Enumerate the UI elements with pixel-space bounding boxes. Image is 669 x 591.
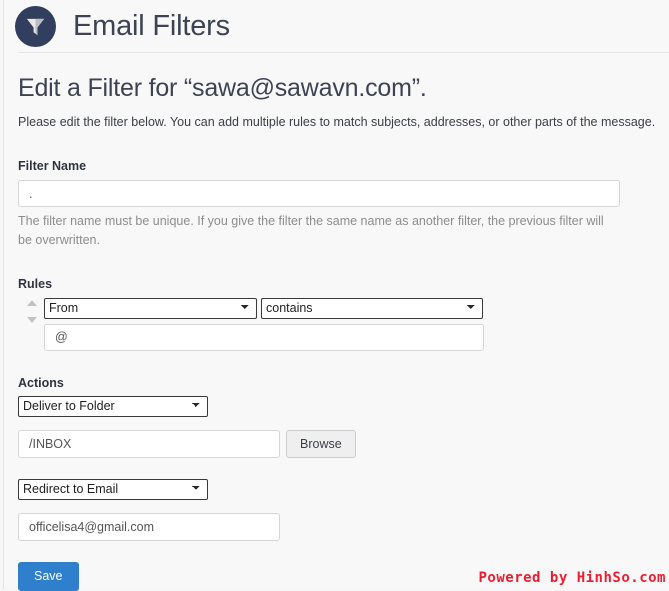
actions-block: Actions Deliver to Folder Browse Redirec… xyxy=(18,376,669,591)
action-type-select-1[interactable]: Deliver to Folder xyxy=(18,396,208,417)
page-description: Please edit the filter below. You can ad… xyxy=(18,113,669,132)
page-container: Email Filters Edit a Filter for “sawa@sa… xyxy=(3,0,669,589)
caret-up-icon[interactable] xyxy=(27,300,37,306)
watermark: Powered by HinhSo.com xyxy=(478,570,666,586)
rules-block: Rules From contains xyxy=(18,277,669,351)
folder-row: Browse xyxy=(18,430,669,458)
filter-name-help: The filter name must be unique. If you g… xyxy=(18,212,613,250)
rule-value-input[interactable] xyxy=(44,324,484,351)
action-type-select-2[interactable]: Redirect to Email xyxy=(18,479,208,500)
page-title: Edit a Filter for “sawa@sawavn.com”. xyxy=(18,74,669,103)
rule-row: From contains xyxy=(18,298,669,351)
main-content: Edit a Filter for “sawa@sawavn.com”. Ple… xyxy=(4,74,669,591)
app-header: Email Filters xyxy=(4,0,669,53)
rule-field-select[interactable]: From xyxy=(44,298,257,319)
browse-button[interactable]: Browse xyxy=(286,430,356,458)
rule-selects: From contains xyxy=(44,298,669,319)
folder-path-input[interactable] xyxy=(18,430,280,458)
save-button[interactable]: Save xyxy=(18,562,79,591)
filter-funnel-icon xyxy=(15,6,56,47)
app-title: Email Filters xyxy=(73,10,230,43)
caret-down-icon[interactable] xyxy=(27,317,37,323)
rule-reorder-controls xyxy=(23,300,41,323)
redirect-email-input[interactable] xyxy=(18,513,280,541)
filter-name-input[interactable] xyxy=(18,180,620,207)
filter-name-label: Filter Name xyxy=(18,159,669,173)
rule-match-select[interactable]: contains xyxy=(261,298,483,319)
filter-name-block: Filter Name The filter name must be uniq… xyxy=(18,159,669,250)
header-divider xyxy=(18,52,669,53)
rules-label: Rules xyxy=(18,277,669,291)
actions-label: Actions xyxy=(18,376,669,390)
